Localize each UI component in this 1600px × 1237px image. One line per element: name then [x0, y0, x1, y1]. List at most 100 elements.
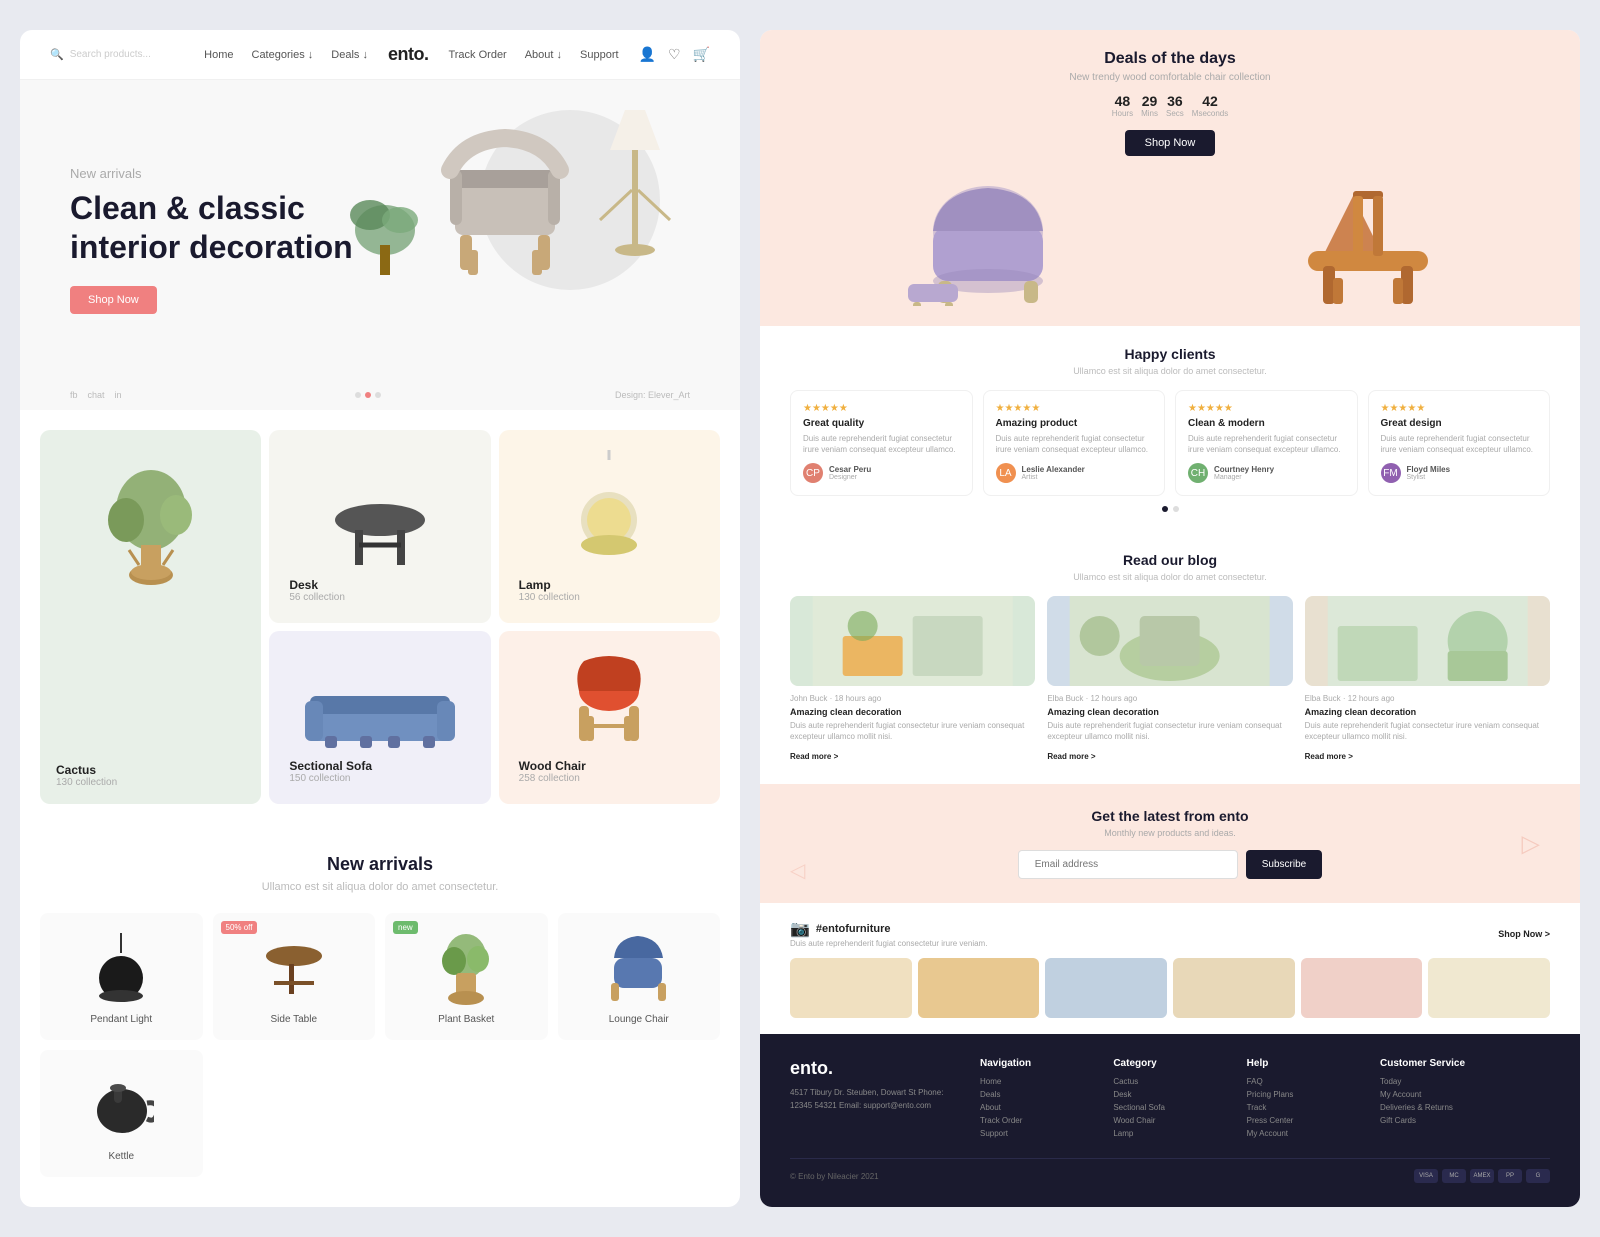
insta-img-1[interactable]: [790, 958, 912, 1018]
desk-illustration: [330, 500, 430, 570]
dot-1[interactable]: [355, 392, 361, 398]
dot-2[interactable]: [365, 392, 371, 398]
footer-category-col: Category Cactus Desk Sectional Sofa Wood…: [1113, 1058, 1226, 1142]
footer-help-title: Help: [1247, 1058, 1360, 1069]
category-lamp[interactable]: Lamp 130 collection: [499, 430, 720, 623]
payment-mc: MC: [1442, 1169, 1466, 1183]
insta-img-4[interactable]: [1173, 958, 1295, 1018]
product-pendant-light[interactable]: Pendant Light: [40, 913, 203, 1040]
product-plant-basket[interactable]: new Plant Basket: [385, 913, 548, 1040]
insta-img-6[interactable]: [1428, 958, 1550, 1018]
blog-read-more-3[interactable]: Read more >: [1305, 752, 1353, 761]
footer-link-track[interactable]: Track Order: [980, 1116, 1093, 1125]
user-icon[interactable]: 👤: [639, 46, 656, 63]
footer-help-account[interactable]: My Account: [1247, 1129, 1360, 1138]
review-dot-2[interactable]: [1173, 506, 1179, 512]
search-placeholder: Search products...: [70, 49, 151, 60]
nav-track[interactable]: Track Order: [448, 49, 506, 61]
review-stars-4: ★★★★★: [1381, 403, 1538, 414]
blog-img-svg-1: [790, 596, 1035, 686]
search-bar[interactable]: 🔍 Search products...: [50, 48, 184, 61]
footer-cs-gift[interactable]: Gift Cards: [1380, 1116, 1550, 1125]
category-cactus[interactable]: Cactus 130 collection: [40, 430, 261, 804]
blog-post-title-3: Amazing clean decoration: [1305, 707, 1550, 717]
deals-shop-button[interactable]: Shop Now: [1125, 130, 1216, 156]
dot-3[interactable]: [375, 392, 381, 398]
blog-read-more-2[interactable]: Read more >: [1047, 752, 1095, 761]
nav-support[interactable]: Support: [580, 49, 619, 61]
review-stars-1: ★★★★★: [803, 403, 960, 414]
blog-read-more-1[interactable]: Read more >: [790, 752, 838, 761]
category-wood-chair[interactable]: Wood Chair 258 collection: [499, 631, 720, 804]
wishlist-icon[interactable]: ♡: [668, 46, 681, 63]
hero-text: New arrivals Clean & classic interior de…: [70, 166, 353, 314]
hero-cta-button[interactable]: Shop Now: [70, 286, 157, 314]
instagram-icon: 📷: [790, 919, 810, 939]
category-desk[interactable]: Desk 56 collection: [269, 430, 490, 623]
footer-help-press[interactable]: Press Center: [1247, 1116, 1360, 1125]
new-arrivals-subtitle: Ullamco est sit aliqua dolor do amet con…: [40, 881, 720, 893]
product-name-chair: Lounge Chair: [573, 1014, 706, 1025]
product-img-table: [228, 928, 361, 1008]
nav-about[interactable]: About ↓: [525, 49, 562, 61]
review-title-4: Great design: [1381, 418, 1538, 429]
reviewer-avatar-3: CH: [1188, 463, 1208, 483]
reviewer-2: LA Leslie Alexander Artist: [996, 463, 1153, 483]
review-text-3: Duis aute reprehenderit fugiat consectet…: [1188, 433, 1345, 455]
footer-link-support[interactable]: Support: [980, 1129, 1093, 1138]
product-kettle[interactable]: Kettle: [40, 1050, 203, 1177]
social-in[interactable]: in: [115, 390, 122, 400]
blog-meta-1: John Buck · 18 hours ago: [790, 694, 1035, 703]
review-stars-3: ★★★★★: [1188, 403, 1345, 414]
nav-home[interactable]: Home: [204, 49, 233, 61]
hero-visual: [350, 100, 680, 280]
insta-img-5[interactable]: [1301, 958, 1423, 1018]
hero-lamp: [590, 100, 680, 280]
footer: ento. 4517 Tibury Dr. Steuben, Dowart St…: [760, 1034, 1580, 1207]
review-dot-1[interactable]: [1162, 506, 1168, 512]
instagram-description: Duis aute reprehenderit fugiat consectet…: [790, 939, 987, 948]
product-img-pendant: [55, 928, 188, 1008]
footer-link-deals[interactable]: Deals: [980, 1090, 1093, 1099]
reviewer-avatar-2: LA: [996, 463, 1016, 483]
product-name-table: Side Table: [228, 1014, 361, 1025]
cat-lamp-name: Lamp: [519, 578, 700, 592]
nav-deals[interactable]: Deals ↓: [331, 49, 368, 61]
footer-cs-deliveries[interactable]: Deliveries & Returns: [1380, 1103, 1550, 1112]
nav-categories[interactable]: Categories ↓: [252, 49, 314, 61]
hero-section: New arrivals Clean & classic interior de…: [20, 80, 740, 380]
footer-cat-lamp[interactable]: Lamp: [1113, 1129, 1226, 1138]
product-lounge-chair[interactable]: Lounge Chair: [558, 913, 721, 1040]
footer-link-home[interactable]: Home: [980, 1077, 1093, 1086]
product-side-table[interactable]: 50% off Side Table: [213, 913, 376, 1040]
footer-nav-title: Navigation: [980, 1058, 1093, 1069]
footer-cs-today[interactable]: Today: [1380, 1077, 1550, 1086]
insta-img-2[interactable]: [918, 958, 1040, 1018]
blog-meta-2: Elba Buck · 12 hours ago: [1047, 694, 1292, 703]
reviewer-1: CP Cesar Peru Designer: [803, 463, 960, 483]
blog-meta-3: Elba Buck · 12 hours ago: [1305, 694, 1550, 703]
footer-cat-desk[interactable]: Desk: [1113, 1090, 1226, 1099]
instagram-shop-link[interactable]: Shop Now >: [1498, 929, 1550, 939]
footer-cat-sofa[interactable]: Sectional Sofa: [1113, 1103, 1226, 1112]
cat-wood-chair-name: Wood Chair: [519, 759, 700, 773]
footer-help-pricing[interactable]: Pricing Plans: [1247, 1090, 1360, 1099]
cart-icon[interactable]: 🛒: [693, 46, 710, 63]
social-chat[interactable]: chat: [88, 390, 105, 400]
footer-cat-chair[interactable]: Wood Chair: [1113, 1116, 1226, 1125]
payment-pp: PP: [1498, 1169, 1522, 1183]
nav-actions: 👤 ♡ 🛒: [639, 46, 710, 63]
footer-help-faq[interactable]: FAQ: [1247, 1077, 1360, 1086]
subscribe-button[interactable]: Subscribe: [1246, 850, 1322, 879]
footer-link-about[interactable]: About: [980, 1103, 1093, 1112]
blog-img-svg-3: [1305, 596, 1550, 686]
footer-cs-account[interactable]: My Account: [1380, 1090, 1550, 1099]
footer-help-track[interactable]: Track: [1247, 1103, 1360, 1112]
footer-cat-cactus[interactable]: Cactus: [1113, 1077, 1226, 1086]
instagram-section: 📷 #entofurniture Duis aute reprehenderit…: [760, 903, 1580, 1034]
insta-img-3[interactable]: [1045, 958, 1167, 1018]
newsletter-email-input[interactable]: [1018, 850, 1238, 879]
category-sofa[interactable]: Sectional Sofa 150 collection: [269, 631, 490, 804]
blog-title: Read our blog: [790, 552, 1550, 568]
social-fb[interactable]: fb: [70, 390, 78, 400]
